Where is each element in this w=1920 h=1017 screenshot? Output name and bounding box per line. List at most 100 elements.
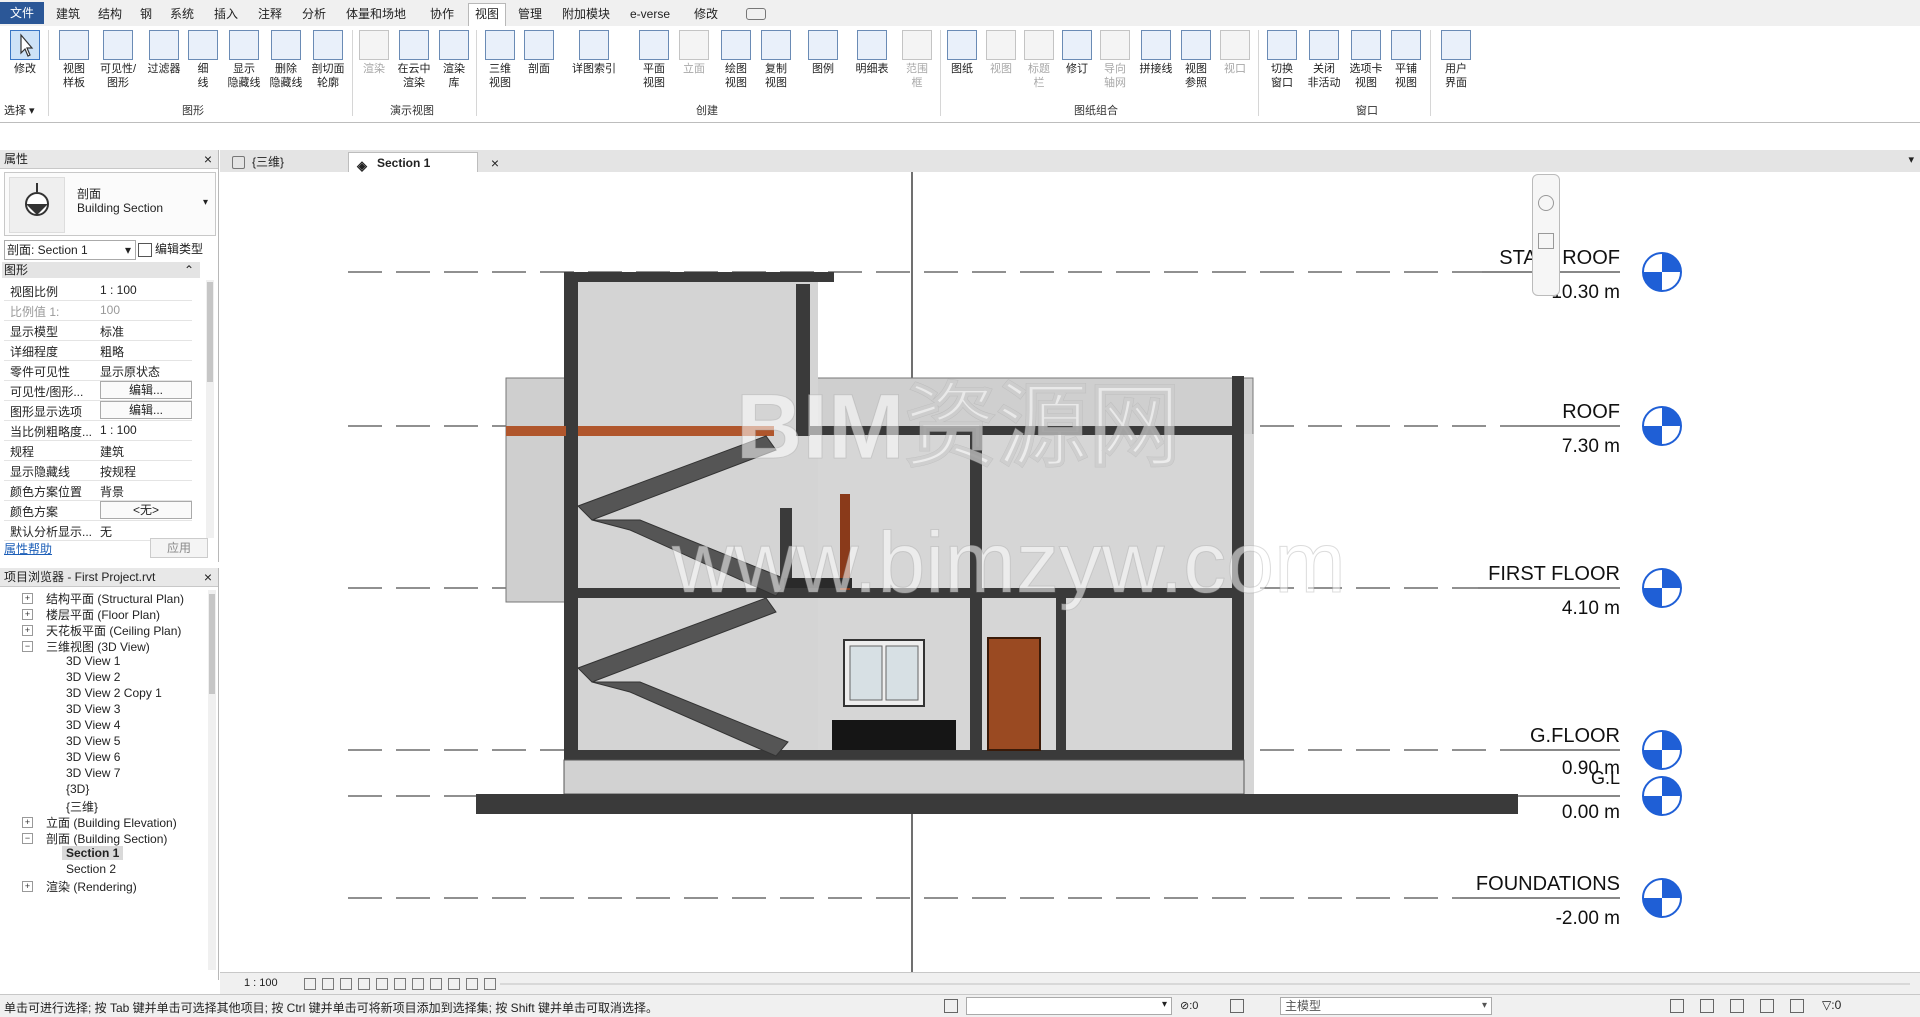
sun-path-icon[interactable] xyxy=(340,978,352,990)
lock-3d-icon[interactable] xyxy=(466,978,478,990)
close-inactive-button[interactable]: 关闭 非活动 xyxy=(1304,30,1344,90)
edit-type-button[interactable]: 编辑类型 xyxy=(138,240,203,258)
property-row[interactable]: 当比例粗略度... 1 : 100 xyxy=(4,420,192,441)
crop-view-icon[interactable] xyxy=(394,978,406,990)
duplicate-view-button[interactable]: 复制 视图 xyxy=(758,30,794,90)
workset-dropdown[interactable]: ▾ xyxy=(966,997,1172,1015)
collapse-icon[interactable]: − xyxy=(22,641,33,652)
tab-systems[interactable]: 系统 xyxy=(164,4,200,24)
cloud-render-button[interactable]: 在云中 渲染 xyxy=(394,30,434,90)
property-row[interactable]: 详细程度 粗略 xyxy=(4,340,192,361)
reveal-hidden-icon[interactable] xyxy=(448,978,460,990)
tab-e-verse[interactable]: e-verse xyxy=(624,4,676,24)
sheet-button[interactable]: 图纸 xyxy=(944,30,980,76)
design-option-dropdown[interactable]: 主模型 ▾ xyxy=(1280,997,1492,1015)
plan-view-button[interactable]: 平面 视图 xyxy=(636,30,672,90)
expand-icon[interactable]: + xyxy=(22,625,33,636)
shadows-icon[interactable] xyxy=(358,978,370,990)
browser-item[interactable]: 3D View 6 xyxy=(66,750,120,764)
browser-item[interactable]: Section 1 xyxy=(62,846,124,860)
select-pinned-icon[interactable] xyxy=(1730,999,1744,1013)
tab-steel[interactable]: 钢 xyxy=(134,4,158,24)
property-row[interactable]: 视图比例 1 : 100 xyxy=(4,280,192,301)
view-scale[interactable]: 1 : 100 xyxy=(244,977,278,989)
revisions-button[interactable]: 修订 xyxy=(1060,30,1094,76)
thin-lines-button[interactable]: 细线 xyxy=(186,30,220,90)
tab-view[interactable]: 视图 xyxy=(468,3,507,27)
drag-elements-icon[interactable] xyxy=(1790,999,1804,1013)
legend-button[interactable]: 图例 xyxy=(806,30,840,76)
browser-item[interactable]: {三维} xyxy=(66,798,98,815)
viewport-button[interactable]: 视口 xyxy=(1218,30,1252,76)
show-crop-region-icon[interactable] xyxy=(412,978,424,990)
type-selector[interactable]: 剖面 Building Section ▾ xyxy=(4,172,216,236)
worksets-icon[interactable] xyxy=(944,999,958,1013)
tab-architecture[interactable]: 建筑 xyxy=(50,4,86,24)
filters-button[interactable]: 过滤器 xyxy=(144,30,184,76)
render-dialog-icon[interactable] xyxy=(376,978,388,990)
browser-item[interactable]: 楼层平面 (Floor Plan) xyxy=(46,606,160,623)
tab-massing-site[interactable]: 体量和场地 xyxy=(340,4,412,24)
select-dropdown[interactable]: 选择 ▾ xyxy=(4,102,35,118)
temporary-hide-icon[interactable] xyxy=(430,978,442,990)
property-row[interactable]: 图形显示选项 编辑... xyxy=(4,400,192,421)
browser-item[interactable]: 剖面 (Building Section) xyxy=(46,830,167,847)
horizontal-scrollbar[interactable] xyxy=(500,983,1910,985)
browser-item[interactable]: 结构平面 (Structural Plan) xyxy=(46,590,184,607)
browser-item[interactable]: {3D} xyxy=(66,782,89,796)
switch-windows-button[interactable]: 切换 窗口 xyxy=(1264,30,1300,90)
tab-modify[interactable]: 修改 xyxy=(688,4,724,24)
tab-views-button[interactable]: 选项卡 视图 xyxy=(1346,30,1386,90)
property-edit-button[interactable]: <无> xyxy=(100,501,192,519)
navigation-bar[interactable] xyxy=(1532,174,1560,296)
browser-item[interactable]: Section 2 xyxy=(66,862,116,876)
property-row[interactable]: 比例值 1: 100 xyxy=(4,300,192,321)
browser-item[interactable]: 三维视图 (3D View) xyxy=(46,638,150,655)
close-icon[interactable]: × xyxy=(204,150,212,168)
property-row[interactable]: 显示模型 标准 xyxy=(4,320,192,341)
browser-item[interactable]: 立面 (Building Elevation) xyxy=(46,814,177,831)
property-row[interactable]: 规程 建筑 xyxy=(4,440,192,461)
tab-annotate[interactable]: 注释 xyxy=(252,4,288,24)
render-button[interactable]: 渲染 xyxy=(356,30,392,76)
collapse-icon[interactable]: − xyxy=(22,833,33,844)
chevron-down-icon[interactable]: ▾ xyxy=(203,197,208,208)
scope-box-button[interactable]: 范围框 xyxy=(900,30,934,90)
close-tab-icon[interactable]: × xyxy=(491,153,499,173)
title-block-button[interactable]: 标题栏 xyxy=(1022,30,1056,90)
tile-views-button[interactable]: 平铺 视图 xyxy=(1388,30,1424,90)
view-template-button[interactable]: 视图 样板 xyxy=(56,30,92,90)
tab-add-ins[interactable]: 附加模块 xyxy=(556,4,616,24)
visual-style-icon[interactable] xyxy=(322,978,334,990)
render-gallery-button[interactable]: 渲染库 xyxy=(436,30,472,90)
expand-icon[interactable]: + xyxy=(22,817,33,828)
tab-file[interactable]: 文件 xyxy=(0,2,45,24)
schedules-button[interactable]: 明细表 xyxy=(850,30,894,76)
zoom-icon[interactable] xyxy=(1538,233,1554,249)
property-edit-button[interactable]: 编辑... xyxy=(100,381,192,399)
select-by-face-icon[interactable] xyxy=(1760,999,1774,1013)
remove-hidden-lines-button[interactable]: 删除 隐藏线 xyxy=(266,30,306,90)
expand-icon[interactable]: + xyxy=(22,609,33,620)
browser-item[interactable]: 3D View 3 xyxy=(66,702,120,716)
tab-insert[interactable]: 插入 xyxy=(208,4,244,24)
ribbon-minimize-icon[interactable] xyxy=(746,8,766,20)
browser-item[interactable]: 3D View 5 xyxy=(66,734,120,748)
filter-count[interactable]: ▽:0 xyxy=(1822,998,1841,1012)
apply-button[interactable]: 应用 xyxy=(150,538,208,558)
tab-structure[interactable]: 结构 xyxy=(92,4,128,24)
visibility-graphics-button[interactable]: 可见性/图形 xyxy=(96,30,140,90)
instance-selector[interactable]: 剖面: Section 1 ▾ xyxy=(4,240,136,260)
close-icon[interactable]: × xyxy=(204,568,212,586)
view-tab-section-1[interactable]: ◈ Section 1 × xyxy=(348,152,499,173)
user-interface-button[interactable]: 用户 界面 xyxy=(1436,30,1476,90)
tab-analyze[interactable]: 分析 xyxy=(296,4,332,24)
analytical-model-icon[interactable] xyxy=(484,978,496,990)
cut-profile-button[interactable]: 剖切面 轮廓 xyxy=(308,30,348,90)
drawing-canvas[interactable]: STAIR ROOF 10.30 m ROOF 7.30 m FIRST FLO… xyxy=(220,172,1920,972)
elevation-button[interactable]: 立面 xyxy=(676,30,712,76)
detail-level-icon[interactable] xyxy=(304,978,316,990)
property-row[interactable]: 可见性/图形... 编辑... xyxy=(4,380,192,401)
property-row[interactable]: 颜色方案位置 背景 xyxy=(4,480,192,501)
property-row[interactable]: 显示隐藏线 按规程 xyxy=(4,460,192,481)
